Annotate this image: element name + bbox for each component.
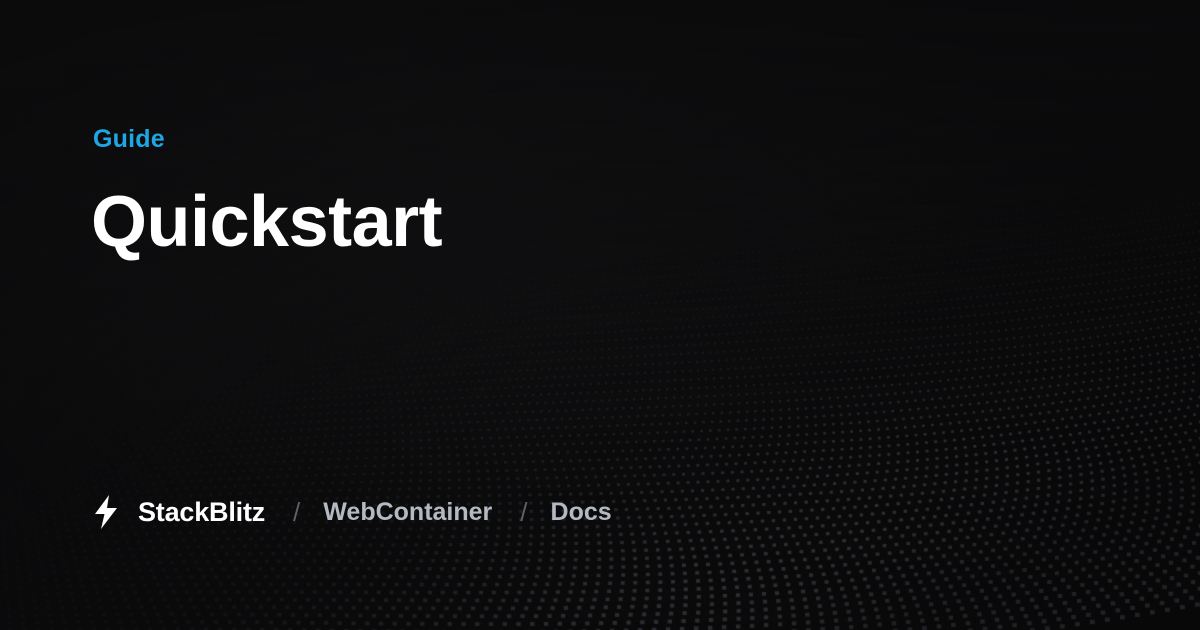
breadcrumb: StackBlitz / WebContainer / Docs (92, 492, 612, 532)
page-title: Quickstart (91, 182, 443, 262)
breadcrumb-separator: / (520, 496, 528, 527)
breadcrumb-item-webcontainer: WebContainer (323, 497, 493, 526)
dot-wave-background (0, 0, 1200, 630)
section-eyebrow: Guide (93, 125, 165, 153)
og-card: Guide Quickstart StackBlitz / WebContain… (0, 0, 1200, 630)
breadcrumb-separator: / (293, 496, 301, 527)
brand-name: StackBlitz (138, 496, 266, 527)
breadcrumb-item-docs: Docs (550, 497, 612, 526)
lightning-bolt-icon (95, 495, 117, 529)
